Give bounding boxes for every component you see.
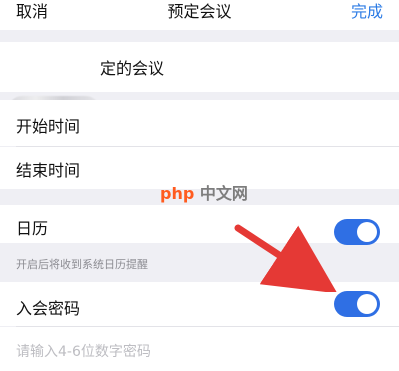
toggle-knob [357, 222, 377, 242]
page-title: 预定会议 [167, 2, 232, 21]
start-time-row[interactable]: 开始时间 [0, 100, 399, 146]
nav-header: 取消 预定会议 完成 [0, 0, 399, 30]
done-button[interactable]: 完成 [351, 0, 383, 24]
annotation-arrow-icon [234, 224, 338, 292]
toggle-knob [357, 294, 377, 314]
watermark-cn: 中文网 [199, 184, 248, 203]
calendar-label: 日历 [16, 219, 49, 238]
watermark-logo: php 中文网 [160, 180, 248, 204]
calendar-row[interactable]: 日历 [0, 205, 399, 245]
calendar-note: 开启后将收到系统日历提醒 [16, 258, 148, 271]
calendar-toggle[interactable] [334, 219, 380, 245]
start-time-label: 开始时间 [16, 117, 81, 136]
end-time-label: 结束时间 [16, 161, 81, 180]
watermark-php: php [160, 184, 195, 203]
password-toggle[interactable] [334, 291, 380, 317]
meeting-title-text: 定的会议 [100, 59, 165, 78]
password-input[interactable]: 请输入4-6位数字密码 [16, 341, 151, 361]
password-row[interactable]: 入会密码 [0, 282, 399, 326]
meeting-title-row[interactable]: 定的会议 [0, 42, 399, 124]
password-input-row[interactable]: 请输入4-6位数字密码 [0, 327, 399, 371]
password-label: 入会密码 [16, 299, 81, 318]
